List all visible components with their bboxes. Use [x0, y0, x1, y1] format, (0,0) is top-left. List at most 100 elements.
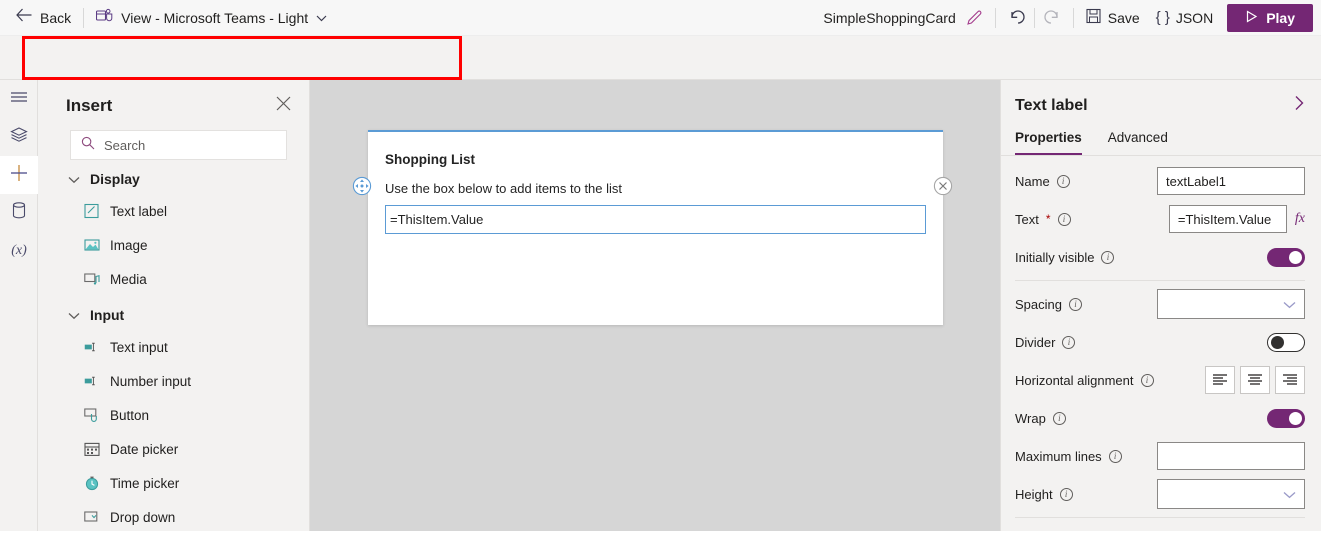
label-text: Maximum lines: [1015, 448, 1102, 464]
align-right-button[interactable]: [1275, 366, 1305, 394]
number-input-icon: [84, 373, 100, 389]
toggle-knob: [1289, 411, 1302, 425]
name-field-value: textLabel1: [1166, 173, 1226, 189]
delete-control-icon[interactable]: [933, 176, 953, 196]
sidebar-item-variables[interactable]: (x): [0, 232, 38, 270]
property-label-divider: Divider i: [1015, 334, 1076, 350]
insert-group-display[interactable]: Display: [38, 160, 309, 194]
property-label-name: Name i: [1015, 174, 1070, 189]
property-row-spacing: Spacing i: [1001, 285, 1321, 323]
insert-item-text-input[interactable]: Text input: [38, 330, 309, 364]
left-icon-rail: (x): [0, 80, 38, 531]
redo-icon[interactable]: [1041, 9, 1061, 27]
label-text: Height: [1015, 486, 1053, 502]
info-icon[interactable]: i: [1062, 335, 1076, 349]
hamburger-menu-icon: [10, 90, 28, 109]
info-icon[interactable]: i: [1140, 373, 1154, 387]
insert-item-media[interactable]: Media: [38, 262, 309, 296]
property-row-wrap: Wrap i: [1001, 399, 1321, 437]
top-bar-actions: SimpleShoppingCard Save { } JSON Play: [823, 0, 1321, 35]
property-label-spacing: Spacing i: [1015, 297, 1082, 312]
info-icon[interactable]: i: [1057, 212, 1071, 226]
name-field[interactable]: textLabel1: [1157, 167, 1305, 195]
play-button[interactable]: Play: [1227, 3, 1313, 32]
property-row-horizontal-alignment: Horizontal alignment i: [1001, 361, 1321, 399]
initially-visible-toggle[interactable]: [1267, 247, 1305, 267]
info-icon[interactable]: i: [1059, 487, 1073, 501]
insert-item-number-input[interactable]: Number input: [38, 364, 309, 398]
label-text: Spacing: [1015, 296, 1062, 312]
insert-item-time-picker[interactable]: Time picker: [38, 466, 309, 500]
toggle-knob: [1271, 335, 1284, 349]
search-icon: [81, 136, 95, 155]
tab-properties[interactable]: Properties: [1015, 130, 1082, 155]
canvas-text-label-selected[interactable]: =ThisItem.Value: [385, 205, 926, 234]
insert-group-label: Display: [90, 171, 140, 187]
property-control: [1157, 479, 1305, 509]
label-text: Horizontal alignment: [1015, 372, 1134, 388]
database-icon: [12, 202, 26, 224]
info-icon[interactable]: i: [1068, 297, 1082, 311]
image-icon: [84, 237, 100, 253]
json-button[interactable]: { } JSON: [1156, 9, 1214, 26]
close-icon[interactable]: [276, 96, 291, 116]
app-title-dropdown[interactable]: View - Microsoft Teams - Light: [96, 8, 327, 28]
info-icon[interactable]: i: [1108, 449, 1122, 463]
info-icon[interactable]: i: [1101, 250, 1115, 264]
property-row-initially-visible: Initially visible i: [1001, 238, 1321, 276]
insert-panel: Insert Search Display Text label Image M…: [38, 80, 310, 531]
property-row-text: Text * i =ThisItem.Value fx: [1001, 200, 1321, 238]
chevron-down-icon: [1283, 487, 1296, 502]
sidebar-item-tree-view[interactable]: [0, 118, 38, 156]
teams-icon: [96, 8, 113, 28]
property-row-name: Name i textLabel1: [1001, 162, 1321, 200]
insert-item-text-label[interactable]: Text label: [38, 194, 309, 228]
app-screen-preview[interactable]: Shopping List Use the box below to add i…: [352, 130, 953, 325]
align-center-button[interactable]: [1240, 366, 1270, 394]
insert-item-button[interactable]: Button: [38, 398, 309, 432]
divider-toggle[interactable]: [1267, 332, 1305, 352]
label-text: Divider: [1015, 334, 1056, 350]
sidebar-item-data[interactable]: [0, 194, 38, 232]
back-button[interactable]: Back: [16, 8, 71, 27]
insert-item-drop-down[interactable]: Drop down: [38, 500, 309, 534]
property-control: [1157, 442, 1305, 470]
play-label: Play: [1266, 9, 1295, 26]
property-label-maximum-lines: Maximum lines i: [1015, 449, 1122, 464]
spacing-select[interactable]: [1157, 289, 1305, 319]
rename-pencil-icon[interactable]: [966, 9, 983, 26]
insert-item-image[interactable]: Image: [38, 228, 309, 262]
align-left-button[interactable]: [1205, 366, 1235, 394]
maximum-lines-field[interactable]: [1157, 442, 1305, 470]
undo-icon[interactable]: [1008, 9, 1028, 27]
text-input-icon: [84, 339, 100, 355]
tab-advanced[interactable]: Advanced: [1108, 130, 1168, 155]
app-canvas[interactable]: Shopping List Use the box below to add i…: [310, 80, 1000, 531]
height-select[interactable]: [1157, 479, 1305, 509]
media-icon: [84, 271, 100, 287]
save-button[interactable]: Save: [1086, 8, 1140, 27]
insert-item-label: Time picker: [110, 475, 180, 491]
search-placeholder: Search: [104, 137, 146, 153]
canvas-textbox-value: =ThisItem.Value: [390, 212, 484, 227]
sidebar-item-menu[interactable]: [0, 80, 38, 118]
braces-icon: { }: [1155, 9, 1170, 26]
text-field[interactable]: =ThisItem.Value: [1168, 205, 1287, 233]
wrap-toggle[interactable]: [1267, 408, 1305, 428]
info-icon[interactable]: i: [1052, 411, 1066, 425]
play-triangle-icon: [1245, 9, 1258, 26]
screen-instruction-label: Use the box below to add items to the li…: [385, 181, 623, 196]
button-icon: [84, 407, 100, 423]
chevron-right-icon[interactable]: [1294, 95, 1305, 116]
insert-group-input[interactable]: Input: [38, 296, 309, 330]
section-divider: [1015, 517, 1305, 518]
insert-item-date-picker[interactable]: Date picker: [38, 432, 309, 466]
search-input[interactable]: Search: [70, 130, 287, 160]
property-label-horizontal-alignment: Horizontal alignment i: [1015, 373, 1154, 388]
info-icon[interactable]: i: [1056, 174, 1070, 188]
fx-icon[interactable]: fx: [1295, 211, 1305, 227]
insert-panel-header: Insert: [38, 80, 309, 126]
chevron-down-icon: [68, 307, 80, 323]
sidebar-item-insert[interactable]: [0, 156, 38, 194]
move-handle-icon[interactable]: [352, 176, 372, 196]
